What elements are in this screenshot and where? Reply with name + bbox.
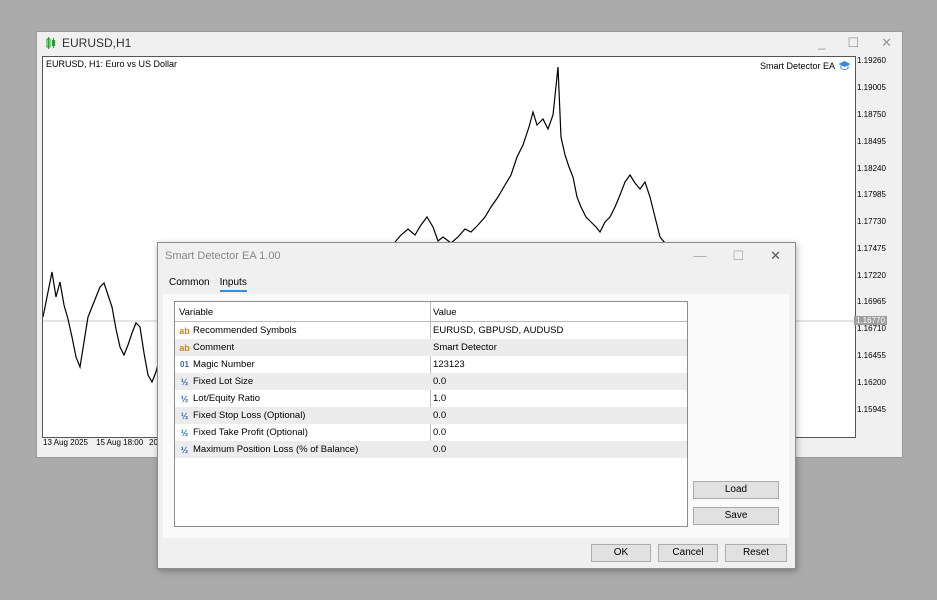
price-tick: 1.16965 [857,297,886,306]
variable-value[interactable]: EURUSD, GBPUSD, AUDUSD [433,325,563,336]
close-icon[interactable]: ✕ [881,35,892,51]
double-type-icon: ½ [180,444,189,455]
price-tick: 1.16710 [857,324,886,333]
table-row[interactable]: ½ Fixed Lot Size 0.0 [175,373,687,390]
variable-value[interactable]: 0.0 [433,427,446,438]
table-row[interactable]: ½ Lot/Equity Ratio 1.0 [175,390,687,407]
load-button[interactable]: Load [693,481,779,499]
ok-button[interactable]: OK [591,544,651,562]
variable-name: Magic Number [193,359,255,370]
price-tick: 1.15945 [857,405,886,414]
ea-properties-dialog: Smart Detector EA 1.00 — ☐ ✕ Common Inpu… [157,242,796,569]
chart-window-title: EURUSD,H1 [45,36,131,50]
chart-symbol-label: EURUSD, H1: Euro vs US Dollar [46,59,178,69]
price-tick: 1.16455 [857,351,886,360]
graduation-cap-icon [838,61,851,70]
string-type-icon: ab [179,325,190,336]
price-tick: 1.19005 [857,83,886,92]
variable-value[interactable]: Smart Detector [433,342,497,353]
variable-name: Maximum Position Loss (% of Balance) [193,444,359,455]
table-row[interactable]: ½ Fixed Stop Loss (Optional) 0.0 [175,407,687,424]
table-row[interactable]: ½ Maximum Position Loss (% of Balance) 0.… [175,441,687,458]
variable-value[interactable]: 123123 [433,359,465,370]
double-type-icon: ½ [180,376,189,387]
price-tick: 1.19260 [857,56,886,65]
price-tick: 1.16200 [857,378,886,387]
price-scale: 1.19260 1.19005 1.18750 1.18495 1.18240 … [854,56,902,436]
table-row[interactable]: ab Recommended Symbols EURUSD, GBPUSD, AU… [175,322,687,339]
inputs-table: Variable Value ab Recommended Symbols EUR… [174,301,688,527]
dialog-close-icon[interactable]: ✕ [770,248,781,264]
reset-button[interactable]: Reset [725,544,787,562]
minimize-icon[interactable]: _ [818,35,825,51]
double-type-icon: ½ [180,410,189,421]
time-tick: 13 Aug 2025 [43,438,88,447]
tab-inputs[interactable]: Inputs [219,277,247,292]
dialog-minimize-icon[interactable]: — [693,248,706,264]
double-type-icon: ½ [180,393,189,404]
table-row[interactable]: ab Comment Smart Detector [175,339,687,356]
expert-advisor-label: Smart Detector EA [760,60,851,71]
price-tick: 1.18750 [857,110,886,119]
variable-value[interactable]: 0.0 [433,376,446,387]
price-line-upper [394,66,672,248]
price-tick: 1.18240 [857,164,886,173]
chart-window-title-text: EURUSD,H1 [62,36,132,50]
price-tick: 1.17475 [857,244,886,253]
variable-value[interactable]: 0.0 [433,410,446,421]
variable-name: Fixed Take Profit (Optional) [193,427,308,438]
dialog-maximize-icon[interactable]: ☐ [732,248,744,264]
variable-name: Fixed Stop Loss (Optional) [193,410,306,421]
table-row[interactable]: ½ Fixed Take Profit (Optional) 0.0 [175,424,687,441]
expert-advisor-name: Smart Detector EA [759,60,835,71]
column-header-value[interactable]: Value [433,307,457,318]
variable-name: Recommended Symbols [193,325,297,336]
variable-value[interactable]: 1.0 [433,393,446,404]
tab-common[interactable]: Common [169,277,210,292]
price-tick: 1.18495 [857,137,886,146]
variable-name: Fixed Lot Size [193,376,254,387]
variable-name: Lot/Equity Ratio [193,393,261,404]
cancel-button[interactable]: Cancel [658,544,718,562]
price-tick: 1.17985 [857,190,886,199]
integer-type-icon: 01 [180,360,189,369]
variable-name: Comment [193,342,235,353]
current-price-badge: 1.16770 [854,316,887,325]
price-tick: 1.17220 [857,271,886,280]
column-header-variable[interactable]: Variable [179,307,427,318]
time-tick: 15 Aug 18:00 [96,438,144,447]
price-tick: 1.17730 [857,217,886,226]
dialog-title: Smart Detector EA 1.00 [165,250,281,262]
string-type-icon: ab [179,342,190,353]
table-row[interactable]: 01 Magic Number 123123 [175,356,687,373]
maximize-icon[interactable]: ☐ [847,35,859,51]
double-type-icon: ½ [180,427,189,438]
variable-value[interactable]: 0.0 [433,444,446,455]
candlestick-icon [46,37,55,49]
table-header: Variable Value [175,304,687,322]
save-button[interactable]: Save [693,507,779,525]
dialog-tabs: Common Inputs [169,277,247,292]
